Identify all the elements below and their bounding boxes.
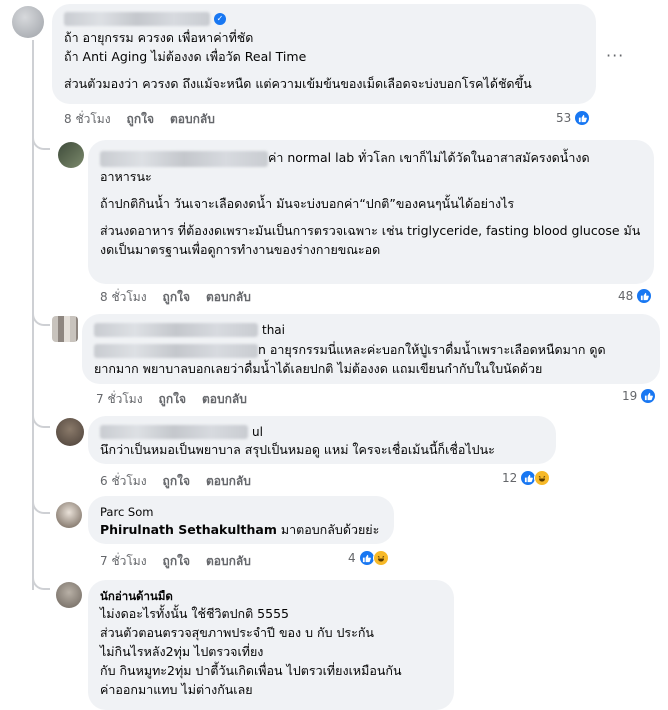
comment-line: อาหารนะ (100, 169, 152, 184)
comment-bubble: ul นึกว่าเป็นหมอเป็นพยาบาล สรุปเป็นหมอดู… (88, 416, 556, 464)
comment-author[interactable]: Parc Som (100, 504, 382, 520)
avatar[interactable] (52, 316, 78, 342)
haha-icon (534, 470, 551, 486)
blurred-text (94, 343, 258, 358)
comment-actions: 7 ชั่วโมง ถูกใจ ตอบกลับ (96, 390, 247, 409)
comment-author[interactable]: นักอ่านด้านมืด (100, 588, 442, 604)
comment-author[interactable]: ul (100, 424, 544, 440)
reaction-count[interactable]: 53 (556, 110, 591, 126)
reaction-count[interactable]: 4 (348, 550, 389, 566)
reaction-number: 12 (502, 471, 518, 485)
comment-text: ค่า normal lab ทั่วโลก เขาก็ไม่ได้วัดในอ… (100, 148, 642, 259)
comment-2: ค่า normal lab ทั่วโลก เขาก็ไม่ได้วัดในอ… (0, 136, 668, 312)
comment-text: ไม่งดอะไรทั้งนั้น ใช้ชีวิตปกติ 5555 ส่วน… (100, 604, 442, 699)
like-icon (574, 110, 591, 126)
reaction-number: 48 (618, 289, 634, 303)
comment-line: กับ กินหมูทะ2ทุ่ม ปาตี้วันเกิดเพื่อน ไปต… (100, 663, 402, 678)
like-icon (640, 388, 657, 404)
timestamp[interactable]: 7 ชั่วโมง (96, 390, 143, 409)
like-button[interactable]: ถูกใจ (127, 110, 154, 129)
blurred-author-name (64, 12, 210, 26)
comment-line: ส่วนตัวมองว่า ควรงด ถึงแม้จะหนืด แต่ความ… (64, 76, 532, 91)
haha-icon (372, 550, 389, 566)
comment-text: ถ้า อายุกรรม ควรงด เพื่อหาค่าที่ชัด ถ้า … (64, 28, 584, 93)
like-icon (636, 288, 653, 304)
avatar[interactable] (56, 582, 82, 608)
avatar[interactable] (56, 502, 82, 528)
verified-icon: ✓ (214, 13, 226, 25)
avatar[interactable] (56, 418, 84, 446)
comment-line: n อายุรกรรมนี่แหละค่ะบอกให้ปู่เราดื่มน้ำ… (258, 342, 606, 357)
comment-bubble: ✓ ถ้า อายุกรรม ควรงด เพื่อหาค่าที่ชัด ถ้… (52, 4, 596, 104)
avatar[interactable] (58, 142, 84, 168)
comment-line: ถ้า อายุกรรม ควรงด เพื่อหาค่าที่ชัด (64, 30, 254, 45)
reaction-count[interactable]: 19 (622, 388, 657, 404)
reply-button[interactable]: ตอบกลับ (202, 390, 247, 409)
comment-line: ส่วนตัวตอนตรวจสุขภาพประจำปี ของ บ กับ ปร… (100, 625, 374, 640)
comment-actions: 8 ชั่วโมง ถูกใจ ตอบกลับ (64, 110, 215, 129)
comment-3: thai n อายุรกรรมนี่แหละค่ะบอกให้ปู่เราดื… (0, 312, 668, 414)
blurred-author-name (94, 323, 258, 337)
timestamp[interactable]: 6 ชั่วโมง (100, 472, 147, 491)
comment-paragraph: ส่วนงดอาหาร ที่ต้องงดเพราะมันเป็นการตรวจ… (100, 223, 641, 257)
avatar[interactable] (12, 6, 44, 38)
like-button[interactable]: ถูกใจ (163, 288, 190, 307)
blurred-author-name (100, 425, 248, 439)
reaction-number: 53 (556, 111, 572, 125)
reaction-number: 19 (622, 389, 638, 403)
comment-line: มาตอบกลับด้วยย่ะ (276, 522, 380, 537)
comment-paragraph: ค่า normal lab ทั่วโลก เขาก็ไม่ได้วัดในอ… (100, 148, 642, 186)
comment-text: n อายุรกรรมนี่แหละค่ะบอกให้ปู่เราดื่มน้ำ… (94, 340, 648, 378)
comment-line: ค่า normal lab ทั่วโลก เขาก็ไม่ได้วัดในอ… (268, 150, 590, 165)
like-button[interactable]: ถูกใจ (163, 552, 190, 571)
comment-bubble: ค่า normal lab ทั่วโลก เขาก็ไม่ได้วัดในอ… (88, 140, 654, 284)
reply-button[interactable]: ตอบกลับ (206, 288, 251, 307)
comment-bubble: นักอ่านด้านมืด ไม่งดอะไรทั้งนั้น ใช้ชีวิ… (88, 580, 454, 710)
timestamp[interactable]: 8 ชั่วโมง (100, 288, 147, 307)
reply-button[interactable]: ตอบกลับ (170, 110, 215, 129)
comment-line: ยากมาก พยาบาลบอกเลยว่าดื่มน้ำได้เลยปกติ … (94, 361, 543, 376)
comment-actions: 8 ชั่วโมง ถูกใจ ตอบกลับ (100, 288, 251, 307)
author-name-suffix: ul (252, 425, 263, 439)
comment-author[interactable]: ✓ (64, 12, 584, 26)
comment-line: ไม่งดอะไรทั้งนั้น ใช้ชีวิตปกติ 5555 (100, 606, 289, 621)
comment-author[interactable]: thai (94, 322, 648, 338)
comment-line: ค่าออกมาแทบ ไม่ต่างกันเลย (100, 682, 253, 697)
more-icon[interactable]: ··· (606, 46, 624, 65)
comment-actions: 7 ชั่วโมง ถูกใจ ตอบกลับ (100, 552, 251, 571)
like-button[interactable]: ถูกใจ (163, 472, 190, 491)
comment-actions: 6 ชั่วโมง ถูกใจ ตอบกลับ (100, 472, 251, 491)
comment-6: นักอ่านด้านมืด ไม่งดอะไรทั้งนั้น ใช้ชีวิ… (0, 576, 668, 710)
comment-line: ถ้า Anti Aging ไม่ต้องงด เพื่อวัด Real T… (64, 49, 307, 64)
timestamp[interactable]: 7 ชั่วโมง (100, 552, 147, 571)
reaction-count[interactable]: 12 (502, 470, 551, 486)
comment-1: ✓ ถ้า อายุกรรม ควรงด เพื่อหาค่าที่ชัด ถ้… (0, 0, 668, 136)
comment-text: Phirulnath Sethakultham มาตอบกลับด้วยย่ะ (100, 520, 382, 539)
blurred-author-name (100, 150, 268, 167)
comment-paragraph: ถ้าปกติกินน้ำ วันเจาะเลือดงดน้ำ มันจะบ่ง… (100, 196, 515, 211)
comment-5: Parc Som Phirulnath Sethakultham มาตอบกล… (0, 496, 668, 576)
author-name-suffix: thai (262, 323, 285, 337)
comment-line: ไม่กินไรหลัง2ทุ่ม ไปตรวจเที่ยง (100, 644, 264, 659)
reply-button[interactable]: ตอบกลับ (206, 552, 251, 571)
reaction-count[interactable]: 48 (618, 288, 653, 304)
comment-bubble: thai n อายุรกรรมนี่แหละค่ะบอกให้ปู่เราดื… (82, 314, 660, 384)
reply-button[interactable]: ตอบกลับ (206, 472, 251, 491)
timestamp[interactable]: 8 ชั่วโมง (64, 110, 111, 129)
comment-4: ul นึกว่าเป็นหมอเป็นพยาบาล สรุปเป็นหมอดู… (0, 414, 668, 500)
mention-link[interactable]: Phirulnath Sethakultham (100, 522, 277, 537)
like-button[interactable]: ถูกใจ (159, 390, 186, 409)
comment-text: นึกว่าเป็นหมอเป็นพยาบาล สรุปเป็นหมอดู แห… (100, 442, 495, 457)
comment-bubble: Parc Som Phirulnath Sethakultham มาตอบกล… (88, 496, 394, 544)
reaction-number: 4 (348, 551, 356, 565)
